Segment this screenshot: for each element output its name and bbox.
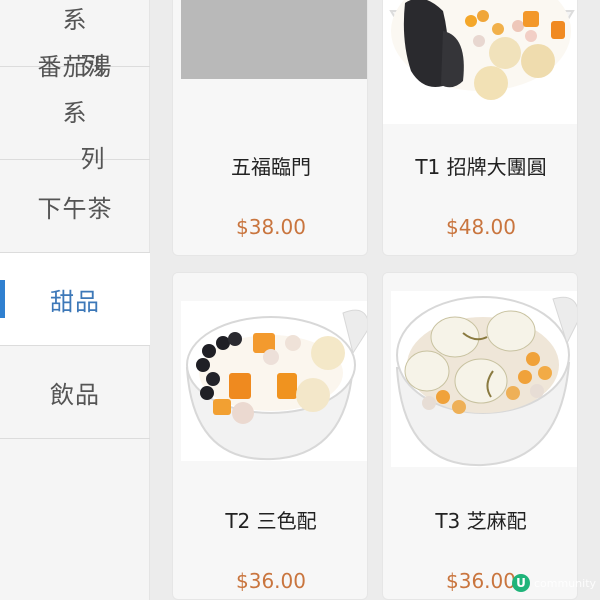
active-indicator <box>0 280 5 318</box>
dessert-bowl-icon <box>389 0 575 100</box>
dessert-bowl-icon <box>181 301 367 461</box>
product-price: $38.00 <box>236 215 306 239</box>
product-price: $48.00 <box>446 215 516 239</box>
product-card-t2[interactable]: T2 三色配 $36.00 <box>172 272 368 600</box>
product-name: 五福臨門 <box>231 155 311 179</box>
category-label: 粥粉湯系 <box>62 6 88 34</box>
category-label: 下午茶 <box>37 194 113 223</box>
product-image <box>383 273 577 485</box>
image-placeholder <box>181 0 367 79</box>
watermark-text: community <box>534 576 597 590</box>
product-grid: 五福臨門 $38.00 T1 招牌大團圓 $48.00 T2 三色配 $36.0… <box>150 0 600 600</box>
product-name: T2 三色配 <box>225 509 317 533</box>
category-afternoon-tea[interactable]: 下午茶 <box>0 160 150 253</box>
product-card-t3[interactable]: T3 芝麻配 $36.00 <box>382 272 578 600</box>
u-logo-icon: U <box>512 574 530 592</box>
product-name: T1 招牌大團圓 <box>415 155 547 179</box>
product-price: $36.00 <box>236 569 306 593</box>
dessert-bowl-icon <box>391 291 577 467</box>
category-label: 番茄湯系 <box>37 53 113 127</box>
category-dessert[interactable]: 甜品 <box>0 253 150 346</box>
product-name: T3 芝麻配 <box>435 509 527 533</box>
category-label: 飲品 <box>50 380 100 409</box>
category-tomato-soup[interactable]: 番茄湯系 列 <box>0 53 150 173</box>
product-image <box>173 273 367 485</box>
category-label: 甜品 <box>50 287 100 316</box>
watermark: U community <box>512 574 596 592</box>
product-card-t1[interactable]: T1 招牌大團圓 $48.00 <box>382 0 578 256</box>
product-image <box>173 0 367 134</box>
product-image <box>383 0 577 124</box>
product-card-wufu[interactable]: 五福臨門 $38.00 <box>172 0 368 256</box>
category-sidebar: 粥粉湯系 列 番茄湯系 列 下午茶 甜品 飲品 <box>0 0 150 600</box>
category-drinks[interactable]: 飲品 <box>0 346 150 439</box>
